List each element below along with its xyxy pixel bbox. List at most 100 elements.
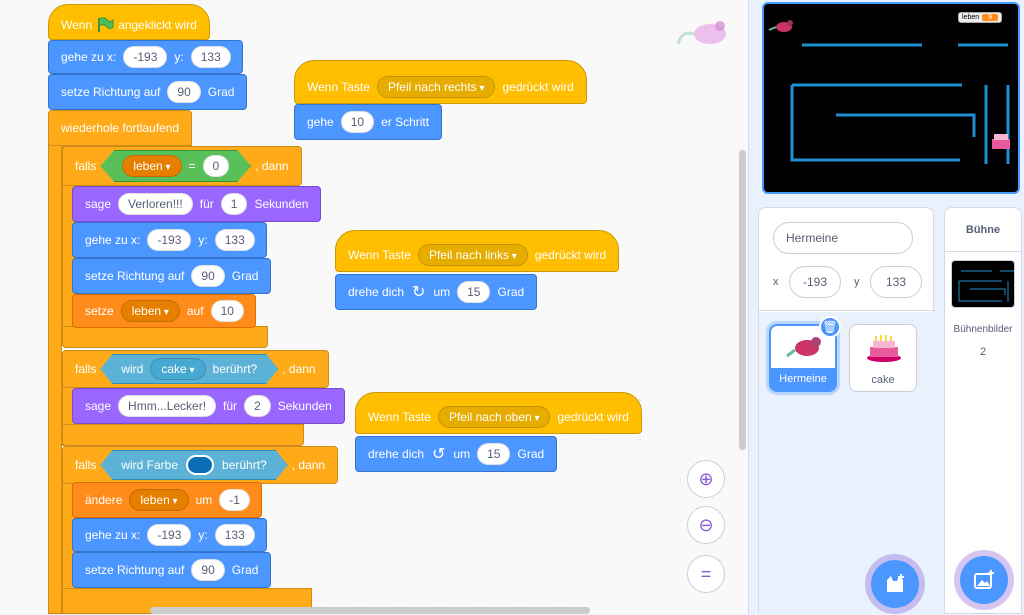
goto-xy-block-3[interactable]: gehe zu x: -193 y: 133	[72, 518, 267, 552]
steps-unit: er Schritt	[381, 115, 430, 129]
cake-sprite-icon	[867, 335, 901, 362]
image-add-icon	[974, 570, 994, 589]
zoom-out-button[interactable]: ⊖	[687, 506, 725, 544]
if-touching-color-block[interactable]: falls wird Farbe berührt? , dann	[62, 446, 339, 484]
direction-input[interactable]: 90	[191, 559, 225, 581]
x-input[interactable]: -193	[123, 46, 168, 68]
goto-label: gehe zu x:	[85, 233, 141, 247]
choose-backdrop-button[interactable]	[960, 556, 1008, 604]
turn-left-block[interactable]: drehe dich ↺ um 15 Grad	[355, 436, 558, 472]
say-text-input[interactable]: Verloren!!!	[118, 193, 193, 215]
touching-object-dropdown[interactable]: cake	[150, 358, 205, 380]
stage-selector-pane[interactable]: Bühne Bühnenbilder 2	[944, 207, 1022, 614]
compare-value-input[interactable]: 0	[203, 155, 230, 177]
degrees-input[interactable]: 15	[457, 281, 491, 303]
direction-label: setze Richtung auf	[61, 85, 161, 99]
horizontal-scrollbar[interactable]	[150, 607, 590, 614]
code-workspace[interactable]: Wenn angeklickt wird gehe zu x: -193 y: …	[0, 0, 749, 614]
variable-dropdown[interactable]: leben	[120, 300, 180, 322]
leben-reporter[interactable]: leben	[122, 155, 181, 177]
when-flag-clicked-block[interactable]: Wenn angeklickt wird	[48, 4, 210, 40]
key-dropdown[interactable]: Pfeil nach links	[417, 244, 528, 266]
touching-sensor[interactable]: wird cake berührt?	[100, 354, 278, 384]
x-label: x	[773, 276, 779, 288]
forever-block[interactable]: wiederhole fortlaufend	[48, 110, 193, 146]
trash-icon: 🗑	[822, 320, 838, 334]
say-label: sage	[85, 399, 112, 413]
vertical-scrollbar[interactable]	[739, 150, 746, 450]
when-key-up-block[interactable]: Wenn Taste Pfeil nach oben gedrückt wird	[355, 392, 642, 434]
y-label: y:	[198, 233, 208, 247]
sprite-y-field[interactable]: 133	[870, 266, 922, 298]
color-swatch[interactable]	[186, 455, 214, 475]
backdrop-thumbnail[interactable]	[951, 260, 1015, 308]
variable-dropdown[interactable]: leben	[129, 489, 189, 511]
pressed-label: gedrückt wird	[534, 248, 607, 262]
y-label: y:	[174, 50, 184, 64]
move-steps-block[interactable]: gehe 10 er Schritt	[294, 104, 443, 140]
set-direction-block-2[interactable]: setze Richtung auf 90 Grad	[72, 258, 272, 294]
then-label: , dann	[255, 159, 289, 173]
goto-xy-block-2[interactable]: gehe zu x: -193 y: 133	[72, 222, 267, 258]
direction-input[interactable]: 90	[167, 81, 201, 103]
choose-sprite-button[interactable]	[871, 560, 919, 608]
key-dropdown[interactable]: Pfeil nach oben	[437, 406, 551, 428]
if-touching-cake-block[interactable]: falls wird cake berührt? , dann	[62, 350, 329, 388]
set-direction-block-3[interactable]: setze Richtung auf 90 Grad	[72, 552, 272, 588]
when-key-left-block[interactable]: Wenn Taste Pfeil nach links gedrückt wir…	[335, 230, 620, 272]
key-dropdown[interactable]: Pfeil nach rechts	[376, 76, 496, 98]
change-variable-block[interactable]: ändere leben um -1	[72, 482, 262, 518]
delete-sprite-button[interactable]: 🗑	[819, 316, 841, 338]
say-for-secs-block-2[interactable]: sage Hmm...Lecker! für 2 Sekunden	[72, 388, 345, 424]
y-input[interactable]: 133	[214, 229, 255, 251]
sprite-name-field[interactable]: Hermeine	[773, 222, 913, 254]
if-label: falls	[75, 362, 97, 376]
mouse-sprite-icon	[786, 337, 821, 358]
sprite-info: Hermeine x -193 y 133	[759, 208, 935, 311]
sprite-watermark-icon	[676, 21, 726, 45]
if-lives-zero-block[interactable]: falls leben = 0 , dann	[62, 146, 302, 186]
when-key-right-block[interactable]: Wenn Taste Pfeil nach rechts gedrückt wi…	[294, 60, 587, 104]
set-variable-block[interactable]: setze leben auf 10	[72, 294, 256, 328]
secs-unit: Sekunden	[254, 197, 309, 211]
sprite-name: Hermeine	[771, 368, 835, 390]
y-input[interactable]: 133	[190, 46, 231, 68]
when-key-label: Wenn Taste	[307, 80, 370, 94]
direction-unit: Grad	[231, 563, 259, 577]
pressed-label: gedrückt wird	[557, 410, 629, 424]
when-key-label: Wenn Taste	[348, 248, 411, 262]
goto-xy-block[interactable]: gehe zu x: -193 y: 133	[48, 40, 243, 74]
direction-input[interactable]: 90	[191, 265, 225, 287]
y-input[interactable]: 133	[214, 524, 255, 546]
secs-unit: Sekunden	[277, 399, 332, 413]
touching-color-sensor[interactable]: wird Farbe berührt?	[100, 450, 287, 480]
backdrops-count: 2	[979, 346, 987, 358]
secs-input[interactable]: 2	[244, 395, 271, 417]
steps-input[interactable]: 10	[340, 111, 375, 133]
set-direction-block[interactable]: setze Richtung auf 90 Grad	[48, 74, 248, 110]
secs-input[interactable]: 1	[220, 193, 248, 215]
to-label: auf	[186, 304, 204, 318]
change-value-input[interactable]: -1	[219, 489, 250, 511]
say-text-input[interactable]: Hmm...Lecker!	[118, 395, 217, 417]
if-label: falls	[75, 159, 97, 173]
degrees-input[interactable]: 15	[477, 443, 511, 465]
x-input[interactable]: -193	[147, 524, 192, 546]
stage-canvas[interactable]: leben 9	[762, 2, 1020, 194]
if-label: falls	[75, 458, 97, 472]
zoom-in-button[interactable]: ⊕	[687, 460, 725, 498]
x-input[interactable]: -193	[147, 229, 192, 251]
turn-right-block[interactable]: drehe dich ↻ um 15 Grad	[335, 274, 538, 310]
touching-suffix: berührt?	[222, 458, 267, 472]
stage-panel-title: Bühne	[945, 208, 1021, 252]
if1-bottom	[62, 326, 268, 348]
equals-operator[interactable]: leben = 0	[100, 150, 251, 182]
y-label: y	[854, 276, 860, 288]
sprite-x-field[interactable]: -193	[789, 266, 841, 298]
set-value-input[interactable]: 10	[210, 300, 244, 322]
sprite-x-value: -193	[802, 275, 828, 289]
zoom-reset-button[interactable]: =	[687, 555, 725, 593]
say-for-secs-block[interactable]: sage Verloren!!! für 1 Sekunden	[72, 186, 322, 222]
sprite-tile-cake[interactable]: cake	[849, 324, 917, 392]
variable-monitor: leben 9	[958, 12, 1003, 23]
